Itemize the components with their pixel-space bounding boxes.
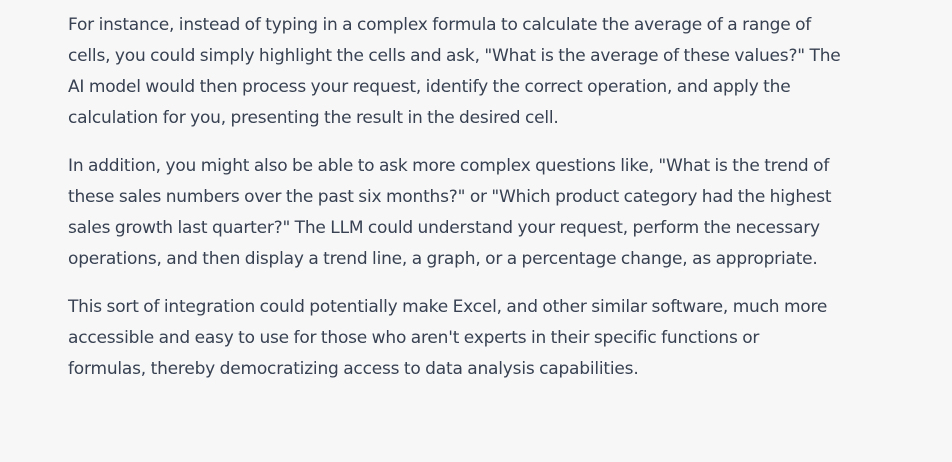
- assistant-message: For instance, instead of typing in a com…: [0, 0, 952, 462]
- message-paragraph: In addition, you might also be able to a…: [68, 156, 832, 269]
- message-paragraph: For instance, instead of typing in a com…: [68, 15, 841, 128]
- message-paragraph: This sort of integration could potential…: [68, 297, 828, 379]
